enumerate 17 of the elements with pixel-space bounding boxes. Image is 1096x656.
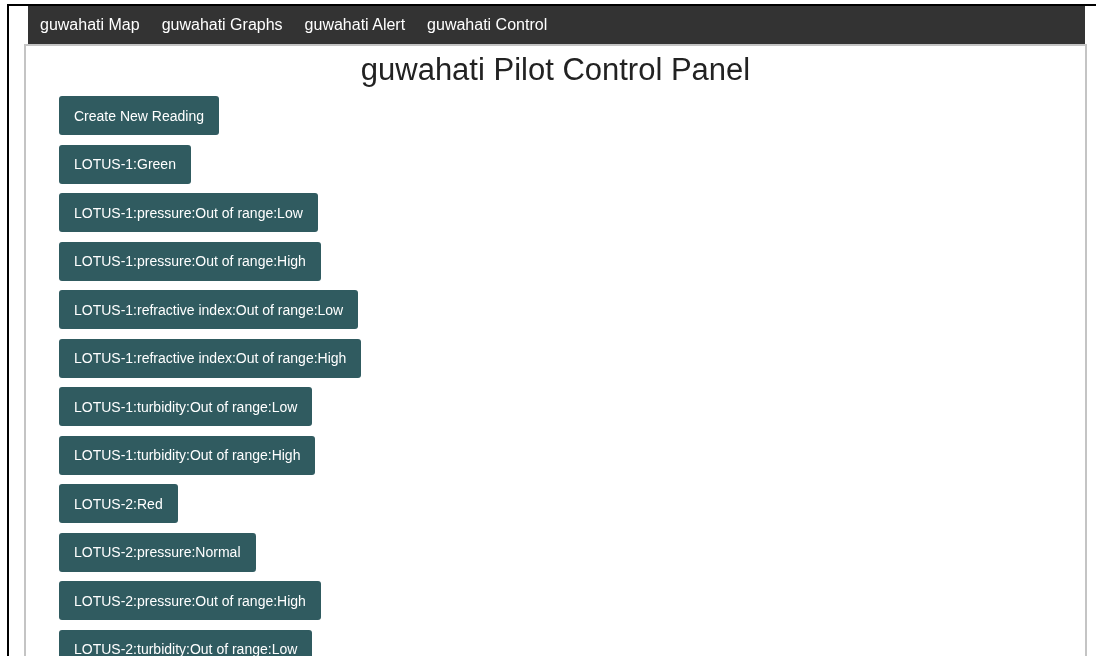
reading-button[interactable]: Create New Reading [59,96,219,135]
reading-button[interactable]: LOTUS-1:refractive index:Out of range:Low [59,290,359,329]
reading-button[interactable]: LOTUS-1:turbidity:Out of range:Low [59,387,313,426]
reading-button[interactable]: LOTUS-1:pressure:Out of range:Low [59,193,318,232]
reading-button[interactable]: LOTUS-1:Green [59,144,191,184]
panel-title: guwahati Pilot Control Panel [359,52,752,88]
reading-button[interactable]: LOTUS-1:pressure:Out of range:High [59,241,321,281]
reading-button[interactable]: LOTUS-1:refractive index:Out of range:High [59,338,362,378]
nav-link[interactable]: guwahati Graphs [161,16,283,34]
reading-button[interactable]: LOTUS-2:pressure:Out of range:High [59,581,321,620]
reading-button[interactable]: LOTUS-2:turbidity:Out of range:Low [59,629,313,656]
reading-button[interactable]: LOTUS-1:turbidity:Out of range:High [59,435,316,475]
reading-button[interactable]: LOTUS-2:pressure:Normal [59,532,256,572]
nav-link[interactable]: guwahati Control [427,16,548,34]
reading-button[interactable]: LOTUS-2:Red [59,484,178,523]
nav-link[interactable]: guwahati Alert [304,16,406,34]
nav-link[interactable]: guwahati Map [40,16,140,34]
